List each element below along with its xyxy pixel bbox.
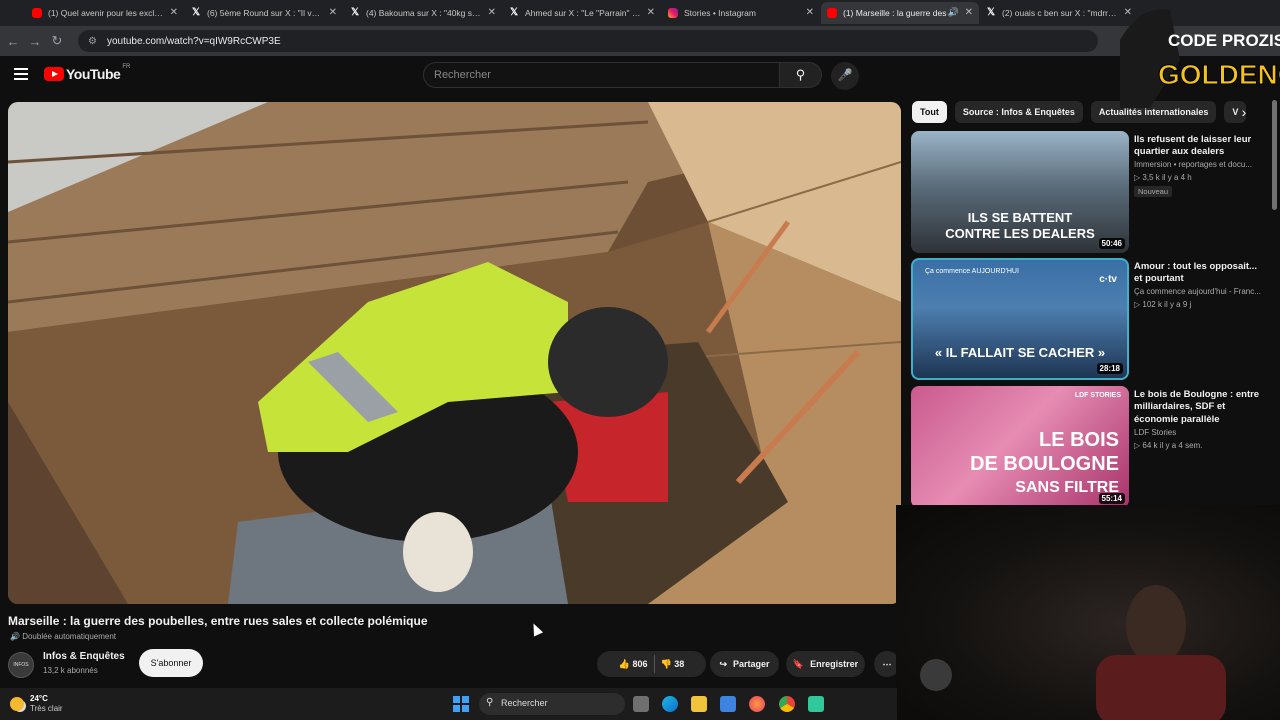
chrome-icon[interactable]: [779, 696, 795, 712]
close-icon[interactable]: ✕: [647, 7, 655, 18]
duration-badge: 55:14: [1098, 493, 1125, 504]
x-icon: 𝕏: [986, 7, 996, 18]
browser-tab-bar: (1) Quel avenir pour les exclus d...✕ 𝕏(…: [0, 0, 1280, 26]
task-view-icon[interactable]: [633, 696, 649, 712]
browser-tab[interactable]: 𝕏(6) 5ème Round sur X : "Il va sorti...✕: [185, 2, 343, 24]
search-input[interactable]: Rechercher: [423, 62, 780, 88]
share-button[interactable]: ↪ Partager: [710, 651, 779, 677]
close-icon[interactable]: ✕: [965, 7, 973, 18]
video-frame: [8, 102, 901, 604]
browser-tab[interactable]: 𝕏 Ahmed sur X : "Le "Parrain" bal... ✕: [503, 2, 661, 24]
bookmark-icon: 🔖: [792, 658, 805, 669]
recommendation-title[interactable]: Amour : tout les opposait... et pourtant: [1134, 261, 1264, 286]
subscriber-count: 13,2 k abonnés: [43, 666, 98, 675]
close-icon[interactable]: ✕: [329, 7, 337, 18]
site-info-icon[interactable]: ⚙: [88, 36, 97, 47]
divider: [653, 655, 655, 673]
like-button[interactable]: 👍 806: [619, 659, 648, 670]
recommendation-meta: ▷ 64 k il y a 4 sem.: [1134, 441, 1203, 450]
taskbar-search[interactable]: ⚲ Rechercher: [479, 693, 625, 715]
recommendation-card[interactable]: LDF STORIES LE BOIS DE BOULOGNE SANS FIL…: [911, 386, 1271, 508]
youtube-icon: [32, 8, 42, 18]
search-icon: ⚲: [486, 697, 494, 708]
translate-icon: 🔊: [10, 632, 23, 641]
like-dislike-group: 👍 806 👎 38: [597, 651, 706, 677]
video-thumbnail[interactable]: Ça commence AUJOURD'HUI c·tv « IL FALLAI…: [911, 258, 1129, 380]
video-thumbnail[interactable]: ILS SE BATTENT CONTRE LES DEALERS 50:46: [911, 131, 1129, 253]
weather-sun-icon: [10, 697, 24, 711]
sidebar-scrollbar[interactable]: [1272, 100, 1277, 210]
search-icon: ⚲: [795, 67, 806, 82]
channel-name[interactable]: Infos & Enquêtes: [43, 651, 125, 662]
forward-icon[interactable]: →: [24, 34, 46, 49]
streamer-logo: CODE PROZIS GOLDENG: [1120, 9, 1280, 108]
recommendation-channel[interactable]: Immersion • reportages et docu...: [1134, 160, 1269, 169]
webcam-overlay: [896, 505, 1280, 720]
recommendation-title[interactable]: Ils refusent de laisser leur quartier au…: [1134, 134, 1264, 159]
x-icon: 𝕏: [191, 7, 201, 18]
store-icon[interactable]: [720, 696, 736, 712]
share-icon: ↪: [719, 658, 727, 669]
app-icon[interactable]: [808, 696, 824, 712]
close-icon[interactable]: ✕: [170, 7, 178, 18]
url-field[interactable]: ⚙ youtube.com/watch?v=qIW9RcCWP3E: [78, 30, 1098, 52]
recommendation-card[interactable]: Ça commence AUJOURD'HUI c·tv « IL FALLAI…: [911, 258, 1271, 380]
dislike-button[interactable]: 👎 38: [661, 659, 685, 670]
auto-dubbed-label: 🔊 Doublée automatiquement: [10, 632, 117, 641]
address-bar: ← → ↻ ⚙ youtube.com/watch?v=qIW9RcCWP3E: [0, 26, 1280, 56]
weather-widget[interactable]: 24°C Très clair: [10, 694, 63, 714]
x-icon: 𝕏: [509, 7, 519, 18]
recommendation-channel[interactable]: LDF Stories: [1134, 428, 1269, 437]
instagram-icon: [668, 8, 678, 18]
chip-all[interactable]: Tout: [912, 101, 947, 123]
thumbs-down-icon: 👎: [660, 658, 672, 669]
x-icon: 𝕏: [350, 7, 360, 18]
youtube-icon: [827, 8, 837, 18]
close-icon[interactable]: ✕: [806, 7, 814, 18]
recommendation-card[interactable]: ILS SE BATTENT CONTRE LES DEALERS 50:46 …: [911, 131, 1271, 253]
recommendation-meta: ▷ 3,5 k il y a 4 h: [1134, 173, 1192, 182]
video-thumbnail[interactable]: LDF STORIES LE BOIS DE BOULOGNE SANS FIL…: [911, 386, 1129, 508]
youtube-play-icon: [44, 67, 64, 81]
mouse-cursor: [528, 621, 544, 637]
file-explorer-icon[interactable]: [691, 696, 707, 712]
video-title: Marseille : la guerre des poubelles, ent…: [8, 614, 428, 628]
browser-tab[interactable]: 𝕏 (4) Bakouma sur X : "40kg sur v... ✕: [344, 2, 502, 24]
save-button[interactable]: 🔖 Enregistrer: [786, 651, 865, 677]
thumbs-up-icon: 👍: [618, 658, 630, 669]
back-icon[interactable]: ←: [2, 34, 24, 49]
recommendation-title[interactable]: Le bois de Boulogne : entre milliardaire…: [1134, 389, 1264, 426]
firefox-icon[interactable]: [749, 696, 765, 712]
youtube-header: YouTube FR Rechercher ⚲ 🎤: [0, 56, 1280, 96]
close-icon[interactable]: ✕: [488, 7, 496, 18]
new-badge: Nouveau: [1134, 186, 1173, 197]
duration-badge: 50:46: [1098, 238, 1125, 249]
duration-badge: 28:18: [1096, 363, 1123, 374]
speaker-icon[interactable]: 🔊: [948, 7, 959, 18]
svg-text:CODE PROZIS: CODE PROZIS: [1168, 31, 1280, 50]
subscribe-button[interactable]: S'abonner: [139, 649, 203, 677]
youtube-logo[interactable]: YouTube FR: [44, 64, 130, 82]
webcam-frame: [920, 585, 1226, 720]
windows-start-icon[interactable]: [453, 696, 469, 712]
chip-source[interactable]: Source : Infos & Enquêtes: [954, 101, 1083, 123]
video-player[interactable]: [8, 102, 901, 604]
reload-icon[interactable]: ↻: [46, 33, 68, 49]
recommendation-meta: ▷ 102 k il y a 9 j: [1134, 300, 1192, 309]
windows-taskbar: 24°C Très clair ⚲ Rechercher: [0, 688, 897, 720]
channel-avatar[interactable]: INFOS: [8, 652, 34, 678]
browser-tab[interactable]: Stories • Instagram ✕: [662, 2, 820, 24]
tv-logo: c·tv: [1099, 274, 1117, 285]
microphone-icon[interactable]: 🎤: [831, 62, 859, 90]
edge-icon[interactable]: [662, 696, 678, 712]
svg-text:GOLDENG: GOLDENG: [1158, 59, 1280, 90]
url-text: youtube.com/watch?v=qIW9RcCWP3E: [106, 35, 281, 47]
browser-tab-active[interactable]: (1) Marseille : la guerre des 🔊 ✕: [821, 2, 979, 24]
recommendation-channel[interactable]: Ça commence aujourd'hui - Franc...: [1134, 287, 1269, 296]
browser-tab[interactable]: (1) Quel avenir pour les exclus d...✕: [26, 2, 184, 24]
search-button[interactable]: ⚲: [780, 62, 822, 88]
hamburger-menu-icon[interactable]: [14, 68, 28, 83]
